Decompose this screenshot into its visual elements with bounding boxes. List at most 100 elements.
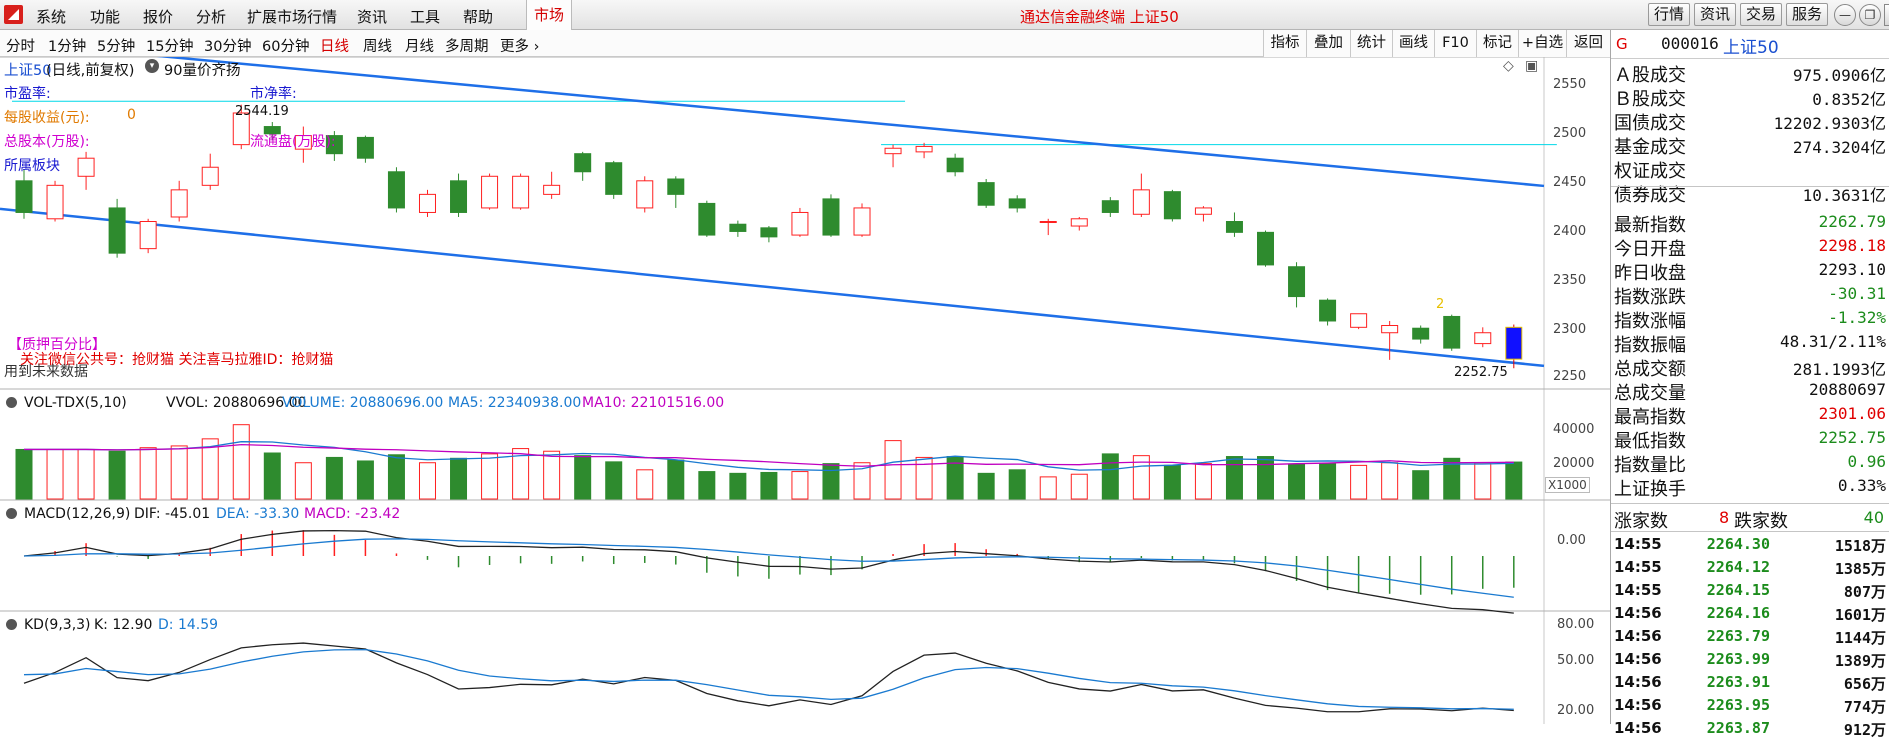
volume-bar bbox=[977, 472, 995, 500]
period-multi[interactable]: 多周期 bbox=[445, 35, 489, 56]
tick-row[interactable]: 14:56 2263.79 1144万 bbox=[1611, 625, 1889, 648]
sector-label[interactable]: 所属板块 bbox=[4, 155, 60, 175]
candle-body bbox=[170, 189, 188, 218]
news-button[interactable]: 资讯 bbox=[1694, 3, 1736, 26]
count-marker: 2 bbox=[1436, 297, 1445, 312]
period-weekly[interactable]: 周线 bbox=[363, 35, 392, 56]
tick-row[interactable]: 14:56 2263.87 912万 bbox=[1611, 717, 1889, 740]
volume-bar bbox=[77, 448, 95, 500]
menu-function[interactable]: 功能 bbox=[90, 6, 120, 27]
menu-analysis[interactable]: 分析 bbox=[196, 6, 226, 27]
menu-help[interactable]: 帮助 bbox=[463, 6, 493, 27]
minimize-icon[interactable]: — bbox=[1834, 4, 1856, 26]
candle-body bbox=[108, 207, 126, 254]
quotes-button[interactable]: 行情 bbox=[1648, 3, 1690, 26]
menu-tools[interactable]: 工具 bbox=[410, 6, 440, 27]
tick-row[interactable]: 14:55 2264.12 1385万 bbox=[1611, 556, 1889, 579]
tick-row[interactable]: 14:55 2264.30 1518万 bbox=[1611, 533, 1889, 556]
volume-bar bbox=[1474, 462, 1492, 500]
tick-row[interactable]: 14:56 2264.16 1601万 bbox=[1611, 602, 1889, 625]
ma5-value: MA5: 22340938.00 bbox=[448, 395, 582, 411]
tick-time: 14:55 bbox=[1614, 535, 1662, 553]
kd-d-line bbox=[23, 648, 1514, 710]
tick-row[interactable]: 14:56 2263.99 1389万 bbox=[1611, 648, 1889, 671]
f10-button[interactable]: F10 bbox=[1434, 30, 1476, 57]
stats-button[interactable]: 统计 bbox=[1350, 30, 1392, 57]
tick-time: 14:56 bbox=[1614, 627, 1662, 645]
volume-bar bbox=[418, 462, 436, 500]
volume-bar bbox=[263, 452, 281, 500]
eps-value: 0 bbox=[127, 107, 136, 123]
quote-row: 上证换手 0.33% bbox=[1611, 474, 1889, 500]
quote-value: 0.96 bbox=[1847, 452, 1886, 471]
period-15min[interactable]: 15分钟 bbox=[146, 35, 193, 56]
tick-price: 2263.87 bbox=[1706, 719, 1770, 737]
kd-dropdown-icon[interactable] bbox=[6, 619, 17, 630]
divider bbox=[1611, 186, 1889, 187]
vol-dropdown-icon[interactable] bbox=[6, 397, 17, 408]
expand-icon[interactable]: ▣ bbox=[1525, 58, 1538, 74]
candle-body bbox=[418, 193, 436, 213]
candle-body bbox=[791, 211, 809, 236]
period-monthly[interactable]: 月线 bbox=[405, 35, 434, 56]
tick-row[interactable]: 14:55 2264.15 807万 bbox=[1611, 579, 1889, 602]
period-timeshare[interactable]: 分时 bbox=[6, 35, 35, 56]
mark-button[interactable]: 标记 bbox=[1476, 30, 1518, 57]
period-more[interactable]: 更多 › bbox=[500, 35, 539, 56]
option-dropdown-icon[interactable]: ▾ bbox=[145, 59, 159, 73]
volume-bar bbox=[46, 448, 64, 500]
tick-price: 2263.99 bbox=[1706, 650, 1770, 668]
restore-icon[interactable]: ❐ bbox=[1859, 4, 1881, 26]
candle-body bbox=[853, 207, 871, 236]
diamond-icon[interactable]: ◇ bbox=[1503, 58, 1514, 74]
quote-row: 今日开盘 2298.18 bbox=[1611, 234, 1889, 260]
menu-news[interactable]: 资讯 bbox=[357, 6, 387, 27]
tick-volume: 1144万 bbox=[1834, 629, 1886, 647]
service-button[interactable]: 服务 bbox=[1786, 3, 1828, 26]
candle-body bbox=[977, 182, 995, 206]
overlay-button[interactable]: 叠加 bbox=[1306, 30, 1350, 57]
period-1min[interactable]: 1分钟 bbox=[48, 35, 86, 56]
menu-system[interactable]: 系统 bbox=[36, 6, 66, 27]
candle-body bbox=[1505, 326, 1523, 360]
period-60min[interactable]: 60分钟 bbox=[262, 35, 309, 56]
candle-body bbox=[605, 162, 623, 195]
menu-quote[interactable]: 报价 bbox=[143, 6, 173, 27]
dea-value: DEA: -33.30 bbox=[216, 506, 300, 522]
volume-bar bbox=[294, 462, 312, 500]
volume-bar bbox=[760, 471, 778, 500]
volume-bar bbox=[1039, 476, 1057, 500]
kline-chart-svg[interactable] bbox=[0, 57, 1610, 724]
quote-row: 国债成交 12202.9303亿 bbox=[1611, 108, 1889, 134]
volume-bar bbox=[543, 450, 561, 500]
candle-body bbox=[1319, 299, 1337, 322]
price-tick: 2350 bbox=[1553, 273, 1587, 288]
market-tab[interactable]: 市场 bbox=[526, 0, 572, 30]
chart-area[interactable]: 上证50 (日线,前复权) ▾ 90量价齐扬 ◇ ▣ 市盈率: 市净率: 每股收… bbox=[0, 57, 1610, 724]
draw-line-button[interactable]: 画线 bbox=[1392, 30, 1434, 57]
period-daily[interactable]: 日线 bbox=[320, 35, 349, 56]
close-icon[interactable] bbox=[1884, 4, 1889, 26]
tick-price: 2264.15 bbox=[1706, 581, 1770, 599]
candle-body bbox=[1412, 327, 1430, 340]
menu-ext-market[interactable]: 扩展市场行情 bbox=[247, 6, 337, 27]
candle-body bbox=[667, 178, 685, 195]
tick-price: 2264.30 bbox=[1706, 535, 1770, 553]
kd-k-line bbox=[23, 642, 1514, 713]
tick-row[interactable]: 14:56 2263.91 656万 bbox=[1611, 671, 1889, 694]
indicator-button[interactable]: 指标 bbox=[1263, 30, 1306, 57]
period-5min[interactable]: 5分钟 bbox=[97, 35, 135, 56]
back-button[interactable]: 返回 bbox=[1566, 30, 1610, 57]
quote-header: G 000016 上证50 bbox=[1611, 30, 1889, 59]
tick-row[interactable]: 14:56 2263.95 774万 bbox=[1611, 694, 1889, 717]
quote-row: Ａ股成交 975.0906亿 bbox=[1611, 60, 1889, 86]
quote-value: 975.0906亿 bbox=[1792, 66, 1886, 85]
macd-title: MACD(12,26,9) bbox=[24, 506, 131, 522]
chart-option[interactable]: 90量价齐扬 bbox=[164, 59, 240, 80]
trade-button[interactable]: 交易 bbox=[1740, 3, 1782, 26]
tick-time: 14:55 bbox=[1614, 581, 1662, 599]
add-watchlist-button[interactable]: +自选 bbox=[1518, 30, 1566, 57]
period-30min[interactable]: 30分钟 bbox=[204, 35, 251, 56]
candle-body bbox=[387, 171, 405, 209]
macd-dropdown-icon[interactable] bbox=[6, 508, 17, 519]
